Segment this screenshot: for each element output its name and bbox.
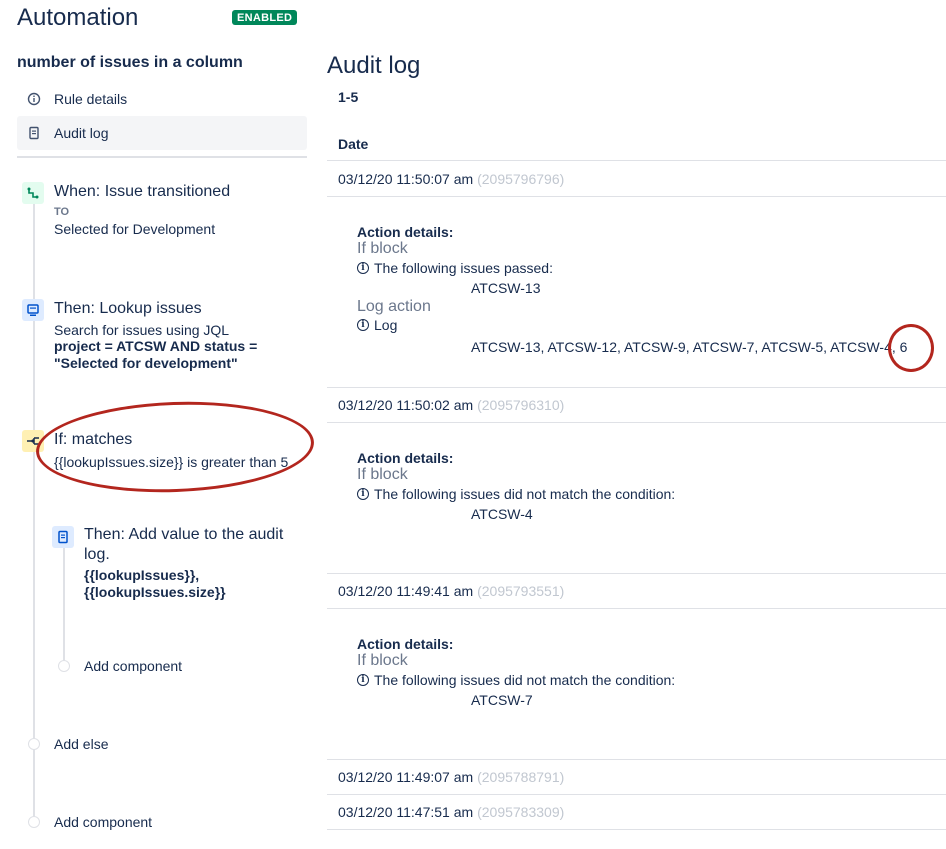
nav-item-label: Audit log: [54, 125, 109, 141]
row-divider: [327, 196, 946, 197]
audit-row-date[interactable]: 03/12/20 11:49:41 am (2095793551): [338, 583, 564, 599]
annotation-circle: [888, 324, 934, 372]
page-title: Automation: [17, 4, 139, 31]
nav-item-label: Rule details: [54, 91, 128, 107]
jql-query: project = ATCSW AND status = "Selected f…: [54, 338, 258, 371]
to-label: TO: [54, 206, 70, 218]
block-message: i Log: [357, 317, 937, 333]
action-details-label: Action details:: [357, 224, 454, 240]
audit-row-date[interactable]: 03/12/20 11:47:51 am (2095783309): [338, 804, 564, 820]
result-range: 1-5: [338, 89, 359, 105]
log-value: {{lookupIssues}}, {{lookupIssues.size}}: [84, 567, 226, 600]
row-divider: [327, 387, 946, 388]
row-divider: [327, 573, 946, 574]
component-title: When: Issue transitioned: [54, 183, 231, 200]
info-icon: [27, 92, 41, 106]
block-message: i The following issues passed:: [357, 260, 937, 276]
timeline-line: [33, 190, 35, 820]
block-value: ATCSW-13, ATCSW-12, ATCSW-9, ATCSW-7, AT…: [471, 339, 908, 355]
info-icon: i: [357, 262, 369, 274]
row-divider: [327, 759, 946, 760]
row-divider: [327, 794, 946, 795]
block-name: Log action: [357, 298, 431, 315]
document-icon: [27, 126, 41, 140]
info-icon: i: [357, 319, 369, 331]
info-icon: i: [357, 674, 369, 686]
component-trigger[interactable]: When: Issue transitioned TO Selected for…: [54, 183, 230, 237]
block-name: If block: [357, 466, 408, 483]
trigger-icon: [22, 182, 44, 204]
block-message: i The following issues did not match the…: [357, 486, 937, 502]
nav-item-rule-details[interactable]: Rule details: [17, 82, 307, 116]
add-else-button[interactable]: Add else: [54, 736, 108, 752]
timeline-dot: [28, 816, 40, 828]
audit-row-id: (2095788791): [477, 769, 565, 785]
component-title: Then: Lookup issues: [54, 300, 202, 317]
audit-row-date[interactable]: 03/12/20 11:49:07 am (2095788791): [338, 769, 564, 785]
component-lookup[interactable]: Then: Lookup issues Search for issues us…: [54, 300, 304, 372]
audit-row-id: (2095796310): [477, 397, 565, 413]
action-details: Action details: If block i The following…: [357, 224, 937, 355]
audit-row-id: (2095796796): [477, 171, 565, 187]
timeline-line-nested: [63, 545, 65, 665]
date-column-header: Date: [338, 136, 369, 152]
block-message: i The following issues did not match the…: [357, 672, 937, 688]
audit-row-date[interactable]: 03/12/20 11:50:07 am (2095796796): [338, 171, 564, 187]
block-value: ATCSW-4: [471, 506, 533, 522]
header-divider: [327, 160, 946, 161]
row-divider: [327, 608, 946, 609]
action-details-label: Action details:: [357, 636, 454, 652]
annotation-circle: [34, 397, 316, 497]
timeline-dot: [28, 738, 40, 750]
audit-row-id: (2095793551): [477, 583, 565, 599]
timeline-dot: [58, 660, 70, 672]
nav-item-audit-log[interactable]: Audit log: [17, 116, 307, 150]
block-value: ATCSW-13: [471, 280, 541, 296]
audit-row-date[interactable]: 03/12/20 11:50:02 am (2095796310): [338, 397, 564, 413]
status-badge: ENABLED: [232, 10, 298, 25]
lookup-icon: [22, 299, 44, 321]
row-divider: [327, 422, 946, 423]
component-title: Then: Add value to the audit log.: [84, 526, 284, 563]
audit-row-id: (2095783309): [477, 804, 565, 820]
component-log-action[interactable]: Then: Add value to the audit log. {{look…: [84, 525, 294, 601]
add-component-inner-button[interactable]: Add component: [84, 658, 182, 674]
info-icon: i: [357, 488, 369, 500]
block-name: If block: [357, 240, 408, 257]
action-details: Action details: If block i The following…: [357, 636, 937, 708]
action-details-label: Action details:: [357, 450, 454, 466]
sidebar-divider: [17, 156, 307, 158]
rule-name: number of issues in a column: [17, 54, 243, 71]
log-action-icon: [52, 526, 74, 548]
row-divider: [327, 829, 946, 830]
component-description: Search for issues using JQL: [54, 322, 230, 338]
add-component-button[interactable]: Add component: [54, 814, 152, 830]
block-value: ATCSW-7: [471, 692, 533, 708]
block-name: If block: [357, 652, 408, 669]
action-details: Action details: If block i The following…: [357, 450, 937, 522]
audit-log-title: Audit log: [327, 52, 421, 79]
to-value: Selected for Development: [54, 221, 216, 237]
